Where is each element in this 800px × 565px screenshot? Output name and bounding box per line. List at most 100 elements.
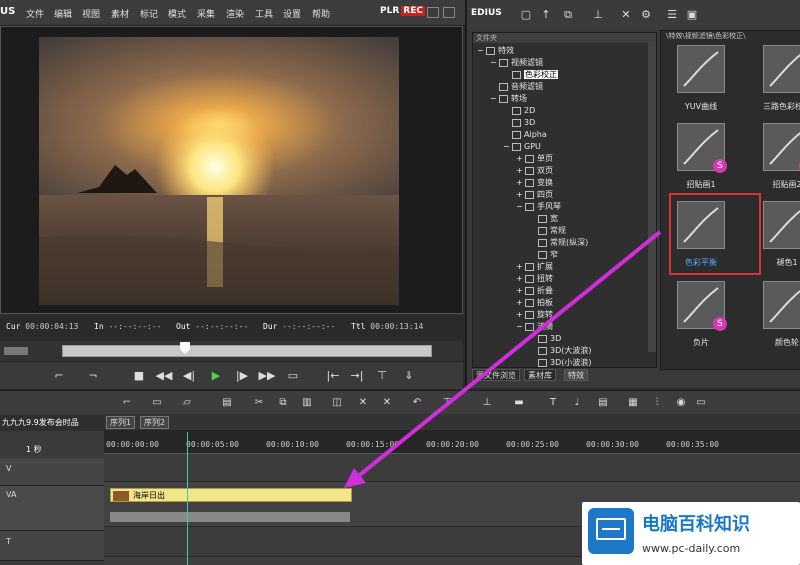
tree-node[interactable]: − 涟漪 (516, 321, 553, 333)
tree-scrollbar[interactable] (648, 42, 656, 352)
tab-effects[interactable]: 特效 (564, 369, 588, 381)
copy-icon[interactable]: ⧉ (561, 8, 575, 22)
menu-help[interactable]: 帮助 (312, 7, 330, 20)
effect-thumbnail[interactable] (677, 45, 725, 93)
undo-icon[interactable]: ↶ (410, 396, 424, 410)
tree-node[interactable]: + 双页 (516, 165, 553, 177)
expander-icon[interactable]: + (516, 297, 525, 309)
tree-node[interactable]: 窄 (529, 249, 558, 261)
delete-clip-icon[interactable]: ✕ (356, 396, 370, 410)
expander-icon[interactable]: + (516, 189, 525, 201)
mode-icon[interactable]: ⌐ (120, 396, 134, 410)
view-icon[interactable]: ☰ (665, 8, 679, 22)
track-va[interactable]: VA (0, 486, 104, 531)
tree-node[interactable]: − 视频滤镜 (490, 57, 543, 69)
menu-view[interactable]: 视图 (82, 7, 100, 20)
menu-edit[interactable]: 编辑 (54, 7, 72, 20)
render-icon[interactable]: ▤ (596, 396, 610, 410)
stop-icon[interactable]: ■ (130, 367, 148, 385)
link-icon[interactable]: ▬ (512, 396, 526, 410)
expander-icon[interactable]: + (516, 165, 525, 177)
menu-render[interactable]: 渲染 (226, 7, 244, 20)
shuttle-slider[interactable] (4, 347, 28, 355)
set-out-icon[interactable]: ¬ (84, 367, 102, 385)
menu-file[interactable]: 文件 (26, 7, 44, 20)
set-in-icon[interactable]: ⌐ (50, 367, 68, 385)
layout-icon[interactable]: ▭ (694, 396, 708, 410)
rewind-icon[interactable]: ◀◀ (155, 367, 173, 385)
effect-thumbnail[interactable]: S (677, 123, 727, 173)
expander-icon[interactable]: − (490, 93, 499, 105)
tree-node[interactable]: 3D(小波浪) (529, 357, 592, 367)
position-track[interactable] (62, 345, 432, 357)
menu-capture[interactable]: 采集 (197, 7, 215, 20)
tree-node[interactable]: + 变换 (516, 177, 553, 189)
expander-icon[interactable]: + (516, 177, 525, 189)
track-row-v[interactable] (104, 454, 800, 482)
mixer-icon[interactable]: ⫶ (650, 396, 664, 410)
new-icon[interactable]: ▭ (150, 396, 164, 410)
export-icon[interactable]: ⇓ (400, 367, 418, 385)
plr-rec-toggle[interactable]: PLR REC (380, 6, 425, 16)
menu-mode[interactable]: 模式 (168, 7, 186, 20)
effect-thumbnail[interactable]: S (763, 123, 800, 173)
tree-node[interactable]: 3D(大波浪) (529, 345, 592, 357)
tab-sequence-2[interactable]: 序列2 (140, 416, 170, 429)
expander-icon[interactable]: + (516, 285, 525, 297)
effect-thumbnail[interactable] (763, 201, 800, 249)
tree-node[interactable]: 音频滤镜 (490, 81, 543, 93)
copy-clip-icon[interactable]: ⧉ (276, 396, 290, 410)
tree-node[interactable]: + 扩展 (516, 261, 553, 273)
tree-node[interactable]: 2D (503, 105, 535, 117)
tree-node[interactable]: + 拍板 (516, 297, 553, 309)
up-folder-icon[interactable]: ↑ (539, 8, 553, 22)
menu-settings[interactable]: 设置 (283, 7, 301, 20)
tree-node[interactable]: 3D (503, 117, 535, 129)
tree-node[interactable]: + 单页 (516, 153, 553, 165)
audio-clip[interactable] (110, 512, 350, 522)
tab-source-browser[interactable]: 源文件浏览 (472, 369, 520, 381)
tree-node[interactable]: 色彩校正 (503, 69, 558, 81)
effect-thumbnail[interactable] (763, 281, 800, 329)
cut-icon[interactable]: ✂ (252, 396, 266, 410)
expander-icon[interactable]: − (490, 57, 499, 69)
tree-node[interactable]: + 折叠 (516, 285, 553, 297)
tree-node[interactable]: − 手风琴 (516, 201, 561, 213)
video-clip[interactable]: 海岸日出 (110, 488, 352, 502)
grid-icon[interactable]: ▦ (626, 396, 640, 410)
marker-icon[interactable]: ⊤ (440, 396, 454, 410)
restore-button[interactable] (443, 7, 455, 18)
replace-icon[interactable]: ◫ (330, 396, 344, 410)
tree-node[interactable]: 常规 (529, 225, 566, 237)
tree-node[interactable]: Alpha (503, 129, 547, 141)
expander-icon[interactable]: + (516, 153, 525, 165)
delete-icon[interactable]: ✕ (619, 8, 633, 22)
track-v[interactable]: V (0, 458, 104, 486)
tab-sequence-1[interactable]: 序列1 (106, 416, 136, 429)
time-ruler[interactable]: 00:00:00:00 00:00:05:00 00:00:10:00 00:00:1… (104, 430, 800, 454)
ripple-delete-icon[interactable]: ✕ (380, 396, 394, 410)
time-scale[interactable]: 1 秒 (26, 444, 42, 455)
tree-node[interactable]: 常规(纵深) (529, 237, 588, 249)
playhead[interactable] (187, 432, 188, 565)
snap-icon[interactable]: ⊥ (480, 396, 494, 410)
record-icon[interactable]: ◉ (674, 396, 688, 410)
tree-node[interactable]: + 旋转 (516, 309, 553, 321)
tree-node[interactable]: − 特效 (477, 45, 514, 57)
lock-icon[interactable]: ▣ (685, 8, 699, 22)
tree-node[interactable]: + 四页 (516, 189, 553, 201)
expander-icon[interactable]: − (516, 201, 525, 213)
expander-icon[interactable]: + (516, 273, 525, 285)
expander-icon[interactable]: − (477, 45, 486, 57)
apply-icon[interactable]: ⊥ (591, 8, 605, 22)
split-icon[interactable]: ⊤ (373, 367, 391, 385)
expander-icon[interactable]: − (503, 141, 512, 153)
scrub-bar[interactable] (0, 341, 463, 361)
tree-node[interactable]: 宽 (529, 213, 558, 225)
step-forward-icon[interactable]: |▶ (233, 367, 251, 385)
expander-icon[interactable]: + (516, 309, 525, 321)
save-icon[interactable]: ▤ (220, 396, 234, 410)
properties-icon[interactable]: ⚙ (639, 8, 653, 22)
insert-icon[interactable]: |← (324, 367, 342, 385)
tree-node[interactable]: − 转场 (490, 93, 527, 105)
